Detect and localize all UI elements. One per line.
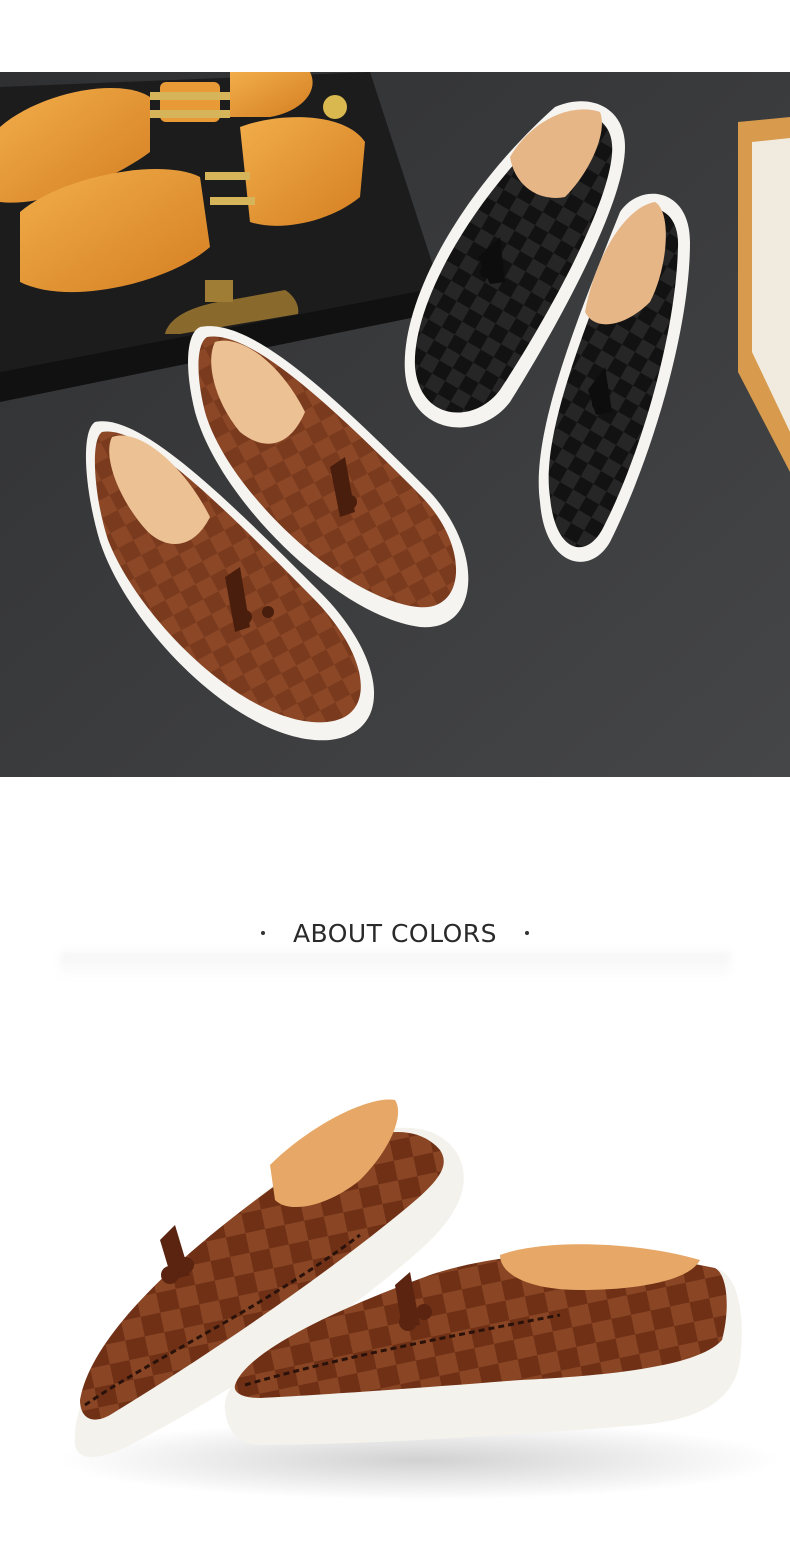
section-title: ABOUT COLORS — [292, 918, 498, 948]
product-photo-overview-illustration — [0, 72, 790, 777]
heading-dot-left — [260, 931, 265, 935]
product-photo-brown-pair-illustration — [60, 1099, 780, 1500]
product-photo-brown-pair — [0, 1040, 790, 1545]
heading-underline-fade — [60, 952, 730, 982]
heading-dot-right — [525, 931, 530, 935]
product-photo-overview — [0, 72, 790, 777]
